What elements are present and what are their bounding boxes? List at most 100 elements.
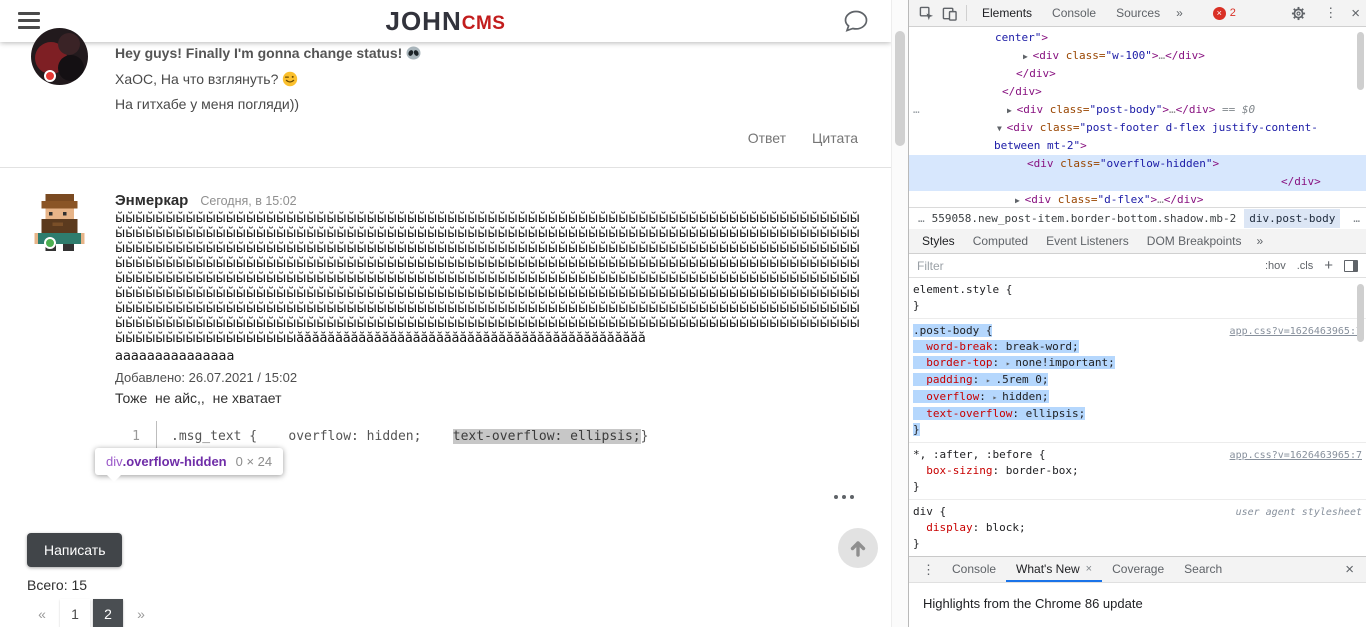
code-content: .msg_text { overflow: hidden; text-overf…	[157, 421, 648, 451]
inspect-element-icon[interactable]	[915, 6, 938, 21]
tab-sources[interactable]: Sources	[1106, 0, 1170, 27]
token: class=	[1033, 121, 1079, 134]
style-rule[interactable]: div {user agent stylesheet display: bloc…	[909, 500, 1366, 556]
breadcrumb-selected[interactable]: div.post-body	[1244, 209, 1340, 228]
tree-row[interactable]: </div>	[909, 65, 1366, 83]
filter-input[interactable]: Filter	[917, 259, 944, 273]
drawer-tab-console[interactable]: Console	[942, 557, 1006, 582]
tab-styles[interactable]: Styles	[913, 229, 964, 254]
token: </div>	[1176, 103, 1216, 116]
post2-header: Энмеркар Сегодня, в 15:02	[115, 192, 297, 209]
token: </div>	[1165, 49, 1205, 62]
token: {	[1032, 448, 1045, 461]
drawer-menu-icon[interactable]: ⋮	[922, 562, 935, 578]
token: "post-footer d-flex justify-content-	[1080, 121, 1318, 134]
drawer-tab-whats-new[interactable]: What's New ×	[1006, 557, 1102, 582]
reply-link[interactable]: Ответ	[748, 130, 786, 146]
error-count: 2	[1230, 7, 1236, 19]
tab-console[interactable]: Console	[1042, 0, 1106, 27]
hover-state-toggle[interactable]: :hov	[1265, 260, 1286, 272]
devtools-menu-icon[interactable]: ⋮	[1324, 5, 1337, 21]
tree-row[interactable]: <div class="overflow-hidden">	[909, 155, 1366, 173]
drawer-close-icon[interactable]: ×	[1339, 561, 1360, 578]
token: >	[1212, 157, 1219, 170]
pagination-page-1[interactable]: 1	[60, 599, 90, 627]
breadcrumb-parent[interactable]: 559058.new_post-item.border-bottom.shado…	[928, 212, 1241, 225]
drawer-tab-coverage[interactable]: Coverage	[1102, 557, 1174, 582]
pagination-page-2-active[interactable]: 2	[93, 599, 123, 627]
tree-row[interactable]: ▼ <div class="post-footer d-flex justify…	[909, 119, 1366, 137]
whats-new-content: Highlights from the Chrome 86 update	[909, 583, 1366, 624]
token: break-word	[1006, 340, 1072, 353]
author-name[interactable]: Энмеркар	[115, 192, 188, 209]
drawer-tab-search[interactable]: Search	[1174, 557, 1232, 582]
tab-elements[interactable]: Elements	[972, 0, 1042, 27]
pagination-last[interactable]: »	[126, 599, 156, 627]
scroll-to-top-button[interactable]	[838, 528, 878, 568]
token: padding	[926, 373, 972, 386]
token	[913, 390, 926, 403]
post-options-menu-icon[interactable]	[830, 491, 858, 503]
chat-bubble-icon[interactable]	[843, 9, 869, 38]
token: ▶	[1023, 52, 1033, 61]
stylesheet-link[interactable]: user agent stylesheet	[1236, 505, 1362, 521]
token: == $0	[1215, 103, 1255, 116]
elements-scrollbar-thumb[interactable]	[1357, 32, 1364, 90]
site-logo[interactable]: JOHNCMS	[0, 0, 891, 42]
tree-row[interactable]: ▶ <div class="w-100">…</div>	[909, 47, 1366, 65]
token: :	[979, 390, 992, 403]
styles-scrollbar-thumb[interactable]	[1357, 284, 1364, 342]
token: >	[1041, 31, 1048, 44]
more-tabs-chevron[interactable]: »	[1170, 6, 1189, 20]
tree-row-marker: …	[913, 101, 920, 119]
drawer-tabs: ⋮ Console What's New × Coverage Search ×	[909, 557, 1366, 583]
token: block	[986, 521, 1019, 534]
tooltip-dimensions: 0 × 24	[236, 454, 273, 469]
breadcrumb-overflow-left[interactable]: …	[915, 212, 928, 225]
avatar-post2[interactable]	[31, 194, 88, 251]
token: …	[1157, 193, 1164, 206]
added-timestamp: Добавлено: 26.07.2021 / 15:02	[115, 370, 297, 385]
class-toggle[interactable]: .cls	[1297, 260, 1314, 272]
token: ▸	[986, 376, 996, 385]
tree-row[interactable]: between mt-2">	[909, 137, 1366, 155]
post-actions: Ответ Цитата	[748, 130, 858, 146]
token: text-overflow	[926, 407, 1012, 420]
pagination-first[interactable]: «	[27, 599, 57, 627]
token	[913, 356, 926, 369]
tab-computed[interactable]: Computed	[964, 229, 1037, 254]
device-toolbar-icon[interactable]	[938, 6, 961, 21]
quote-link[interactable]: Цитата	[812, 130, 858, 146]
style-rule[interactable]: *, :after, :before {app.css?v=1626463965…	[909, 443, 1366, 500]
devtools-close-icon[interactable]: ×	[1351, 5, 1360, 22]
sidebar-more-chevron[interactable]: »	[1250, 234, 1269, 248]
dock-sidebar-icon[interactable]	[1344, 260, 1358, 272]
avatar-post1[interactable]	[31, 28, 88, 85]
browser-scrollbar[interactable]	[891, 0, 909, 627]
token: .post-body	[913, 324, 979, 337]
pagination: « 1 2 »	[27, 599, 156, 627]
tree-row[interactable]: …▶ <div class="post-body">…</div> == $0	[909, 101, 1366, 119]
token: center"	[995, 31, 1041, 44]
tree-row[interactable]: </div>	[909, 173, 1366, 191]
settings-gear-icon[interactable]	[1287, 6, 1310, 21]
token: overflow: hidden;	[288, 429, 452, 444]
write-button[interactable]: Написать	[27, 533, 122, 567]
stylesheet-link[interactable]: app.css?v=1626463965:7	[1230, 324, 1362, 340]
style-rule[interactable]: .post-body {app.css?v=1626463965:7 word-…	[909, 319, 1366, 443]
tree-row[interactable]: </div>	[909, 83, 1366, 101]
devtools-panel: Elements Console Sources » × 2 ⋮ × cente…	[908, 0, 1366, 627]
tree-row[interactable]: center">	[909, 29, 1366, 47]
tab-event-listeners[interactable]: Event Listeners	[1037, 229, 1138, 254]
tab-dom-breakpoints[interactable]: DOM Breakpoints	[1138, 229, 1251, 254]
style-rule[interactable]: element.style {}	[909, 278, 1366, 319]
token: ;	[1019, 521, 1026, 534]
close-tab-icon[interactable]: ×	[1086, 557, 1092, 582]
token: :	[992, 340, 1005, 353]
scrollbar-thumb[interactable]	[895, 31, 905, 146]
breadcrumb-overflow-right[interactable]: …	[1353, 212, 1360, 225]
error-badge[interactable]: × 2	[1213, 7, 1236, 20]
token: border-top	[926, 356, 992, 369]
stylesheet-link[interactable]: app.css?v=1626463965:7	[1230, 448, 1362, 464]
new-style-rule-icon[interactable]: +	[1324, 258, 1333, 273]
